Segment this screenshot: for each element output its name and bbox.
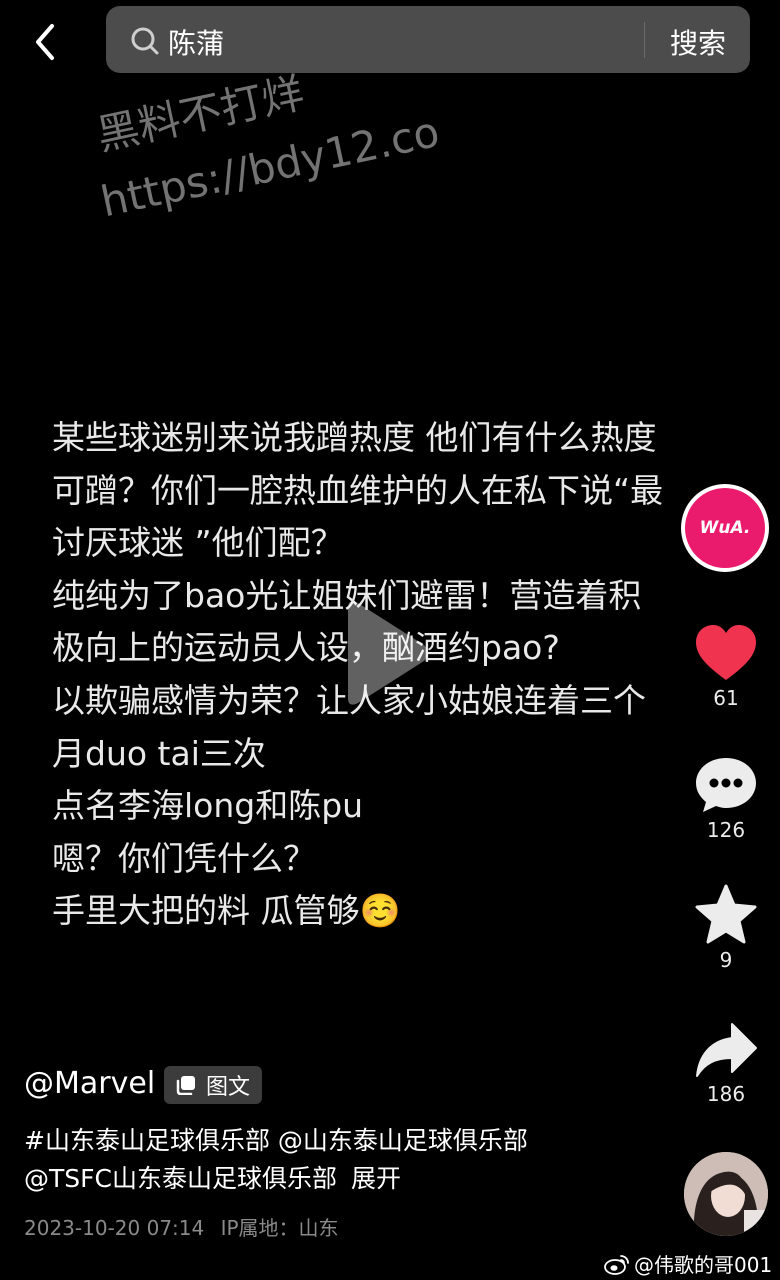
comment-button[interactable]: 126 <box>686 756 766 842</box>
post-line: 月duo tai三次 <box>52 733 266 773</box>
favorite-button[interactable]: 9 <box>686 884 766 972</box>
caption-mention[interactable]: @TSFC山东泰山足球俱乐部 <box>24 1164 337 1193</box>
creator-avatar-text: WuA. <box>685 488 765 568</box>
search-input[interactable]: 陈蒲 <box>168 22 224 62</box>
credit-text: @伟歌的哥001 <box>634 1253 773 1277</box>
post-datetime: 2023-10-20 07:14 <box>24 1216 205 1240</box>
heart-icon <box>696 625 756 680</box>
ip-location: IP属地：山东 <box>220 1216 339 1240</box>
creator-avatar[interactable]: WuA. <box>681 484 769 572</box>
post-line: 点名李海long和陈pu <box>52 786 364 826</box>
comment-count: 126 <box>706 818 746 842</box>
avatar-photo <box>684 1152 768 1236</box>
like-count: 61 <box>713 686 739 710</box>
search-divider <box>644 22 645 58</box>
caption: #山东泰山足球俱乐部 @山东泰山足球俱乐部 @TSFC山东泰山足球俱乐部 展开 <box>24 1122 528 1198</box>
comment-icon <box>696 758 756 812</box>
search-bar[interactable]: 陈蒲 搜索 <box>106 6 750 73</box>
favorite-count: 9 <box>719 948 733 972</box>
post-line: 可蹭？你们一腔热血维护的人在私下说“最 <box>52 470 664 510</box>
back-arrow-icon <box>36 24 54 60</box>
share-count: 186 <box>706 1082 746 1106</box>
post-line: 某些球迷别来说我蹭热度 他们有什么热度 <box>52 418 657 457</box>
back-button[interactable] <box>28 22 64 62</box>
user-avatar[interactable] <box>684 1152 768 1236</box>
caption-hashtags[interactable]: #山东泰山足球俱乐部 @山东泰山足球俱乐部 <box>24 1122 528 1160</box>
post-line: 手里大把的料 瓜管够☺️ <box>52 891 401 931</box>
search-icon <box>131 27 159 55</box>
author-name[interactable]: @Marvel <box>24 1066 155 1101</box>
post-line: 嗯？你们凭什么？ <box>52 838 316 878</box>
weibo-credit: @伟歌的哥001 <box>604 1249 772 1278</box>
image-text-icon <box>176 1076 195 1095</box>
search-button[interactable]: 搜索 <box>670 22 726 62</box>
share-icon <box>696 1023 757 1077</box>
star-icon <box>695 884 757 944</box>
weibo-icon <box>604 1254 629 1275</box>
expand-button[interactable]: 展开 <box>351 1164 401 1193</box>
play-icon[interactable] <box>340 598 430 708</box>
share-button[interactable]: 186 <box>686 1022 766 1106</box>
post-meta: 2023-10-20 07:14 IP属地：山东 <box>24 1212 339 1241</box>
like-button[interactable]: 61 <box>686 624 766 710</box>
post-line: 讨厌球迷 ”他们配？ <box>52 523 344 563</box>
post-type-label: 图文 <box>206 1075 251 1100</box>
post-type-badge: 图文 <box>164 1066 263 1104</box>
